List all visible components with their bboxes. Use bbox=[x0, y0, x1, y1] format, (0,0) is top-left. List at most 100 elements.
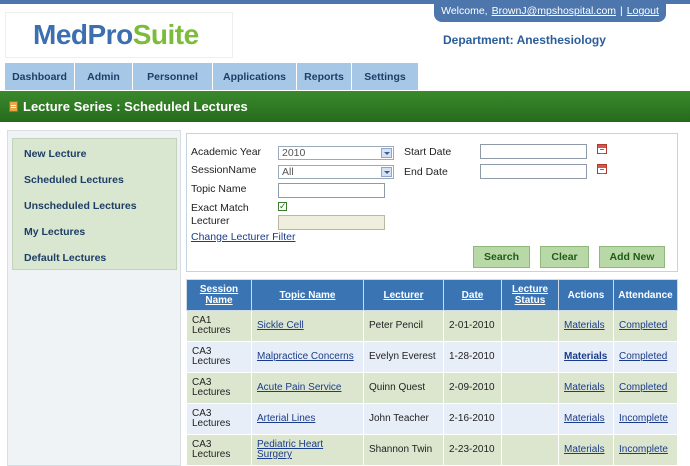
cell-session-name: CA3 Lectures bbox=[186, 341, 252, 373]
lectures-table: Session Name Topic Name Lecturer Date Le… bbox=[186, 279, 678, 466]
cell-lecturer: John Teacher bbox=[363, 403, 444, 435]
document-icon bbox=[9, 101, 18, 112]
session-name-label: SessionName bbox=[191, 164, 257, 176]
tab-applications[interactable]: Applications bbox=[213, 63, 297, 90]
cell-lecturer: Peter Pencil bbox=[363, 310, 444, 342]
academic-year-value: 2010 bbox=[282, 147, 306, 159]
attendance-link[interactable]: Completed bbox=[619, 382, 667, 393]
header-attendance: Attendance bbox=[613, 279, 678, 311]
logo-text: MedProSuite bbox=[33, 19, 199, 51]
cell-date: 2-16-2010 bbox=[443, 403, 502, 435]
lecturer-input[interactable] bbox=[278, 215, 385, 230]
materials-link[interactable]: Materials bbox=[564, 382, 605, 393]
welcome-text: Welcome, bbox=[441, 5, 488, 17]
search-button[interactable]: Search bbox=[473, 246, 530, 268]
lecturer-label: Lecturer bbox=[191, 215, 230, 227]
calendar-icon[interactable] bbox=[597, 144, 607, 154]
cell-date: 2-23-2010 bbox=[443, 434, 502, 466]
table-row: CA3 Lectures Malpractice Concerns Evelyn… bbox=[186, 341, 678, 373]
logout-link[interactable]: Logout bbox=[627, 5, 659, 17]
tab-settings[interactable]: Settings bbox=[352, 63, 419, 90]
materials-link[interactable]: Materials bbox=[564, 320, 605, 331]
end-date-label: End Date bbox=[404, 166, 448, 178]
exact-match-checkbox[interactable]: ✓ bbox=[278, 202, 287, 211]
cell-lecture-status bbox=[501, 434, 559, 466]
header-date[interactable]: Date bbox=[443, 279, 502, 311]
cell-lecture-status bbox=[501, 403, 559, 435]
topic-name-label: Topic Name bbox=[191, 183, 247, 195]
cell-lecture-status bbox=[501, 372, 559, 404]
end-date-input[interactable] bbox=[480, 164, 587, 179]
session-name-value: All bbox=[282, 166, 294, 178]
clear-button[interactable]: Clear bbox=[540, 246, 589, 268]
main-nav: Dashboard Admin Personnel Applications R… bbox=[5, 63, 419, 90]
cell-lecture-status bbox=[501, 310, 559, 342]
cell-date: 1-28-2010 bbox=[443, 341, 502, 373]
materials-link[interactable]: Materials bbox=[564, 444, 605, 455]
topic-link[interactable]: Malpractice Concerns bbox=[257, 351, 354, 362]
tab-dashboard[interactable]: Dashboard bbox=[5, 63, 75, 90]
materials-link[interactable]: Materials bbox=[564, 351, 607, 362]
filter-panel: Academic Year 2010 SessionName All Topic… bbox=[186, 133, 678, 272]
tab-reports[interactable]: Reports bbox=[297, 63, 352, 90]
exact-match-label: Exact Match bbox=[191, 202, 249, 214]
sidebar-item-scheduled-lectures[interactable]: Scheduled Lectures bbox=[24, 174, 124, 186]
table-row: CA1 Lectures Sickle Cell Peter Pencil 2-… bbox=[186, 310, 678, 342]
logo-part-suite: Suite bbox=[132, 19, 199, 50]
start-date-input[interactable] bbox=[480, 144, 587, 159]
topic-link[interactable]: Acute Pain Service bbox=[257, 382, 342, 393]
academic-year-label: Academic Year bbox=[191, 146, 262, 158]
attendance-link[interactable]: Incomplete bbox=[619, 444, 668, 455]
materials-link[interactable]: Materials bbox=[564, 413, 605, 424]
header-lecturer[interactable]: Lecturer bbox=[363, 279, 444, 311]
chevron-down-icon bbox=[381, 167, 392, 177]
header-actions: Actions bbox=[558, 279, 614, 311]
topic-link[interactable]: Sickle Cell bbox=[257, 320, 304, 331]
user-email-link[interactable]: BrownJ@mpshospital.com bbox=[492, 5, 616, 17]
page-title-bar: Lecture Series : Scheduled Lectures bbox=[0, 91, 690, 122]
topic-name-input[interactable] bbox=[278, 183, 385, 198]
attendance-link[interactable]: Completed bbox=[619, 320, 667, 331]
logo-part-medpro: MedPro bbox=[33, 19, 133, 50]
cell-date: 2-01-2010 bbox=[443, 310, 502, 342]
table-row: CA3 Lectures Acute Pain Service Quinn Qu… bbox=[186, 372, 678, 404]
cell-lecturer: Evelyn Everest bbox=[363, 341, 444, 373]
cell-session-name: CA3 Lectures bbox=[186, 372, 252, 404]
sidebar-menu: New Lecture Scheduled Lectures Unschedul… bbox=[12, 138, 177, 270]
header-session-name[interactable]: Session Name bbox=[186, 279, 252, 311]
change-lecturer-filter-link[interactable]: Change Lecturer Filter bbox=[191, 231, 295, 243]
tab-admin[interactable]: Admin bbox=[75, 63, 133, 90]
cell-session-name: CA1 Lectures bbox=[186, 310, 252, 342]
header-topic-name[interactable]: Topic Name bbox=[251, 279, 364, 311]
attendance-link[interactable]: Incomplete bbox=[619, 413, 668, 424]
chevron-down-icon bbox=[381, 148, 392, 158]
lectures-table-container: Session Name Topic Name Lecturer Date Le… bbox=[186, 279, 678, 466]
cell-lecturer: Quinn Quest bbox=[363, 372, 444, 404]
academic-year-select[interactable]: 2010 bbox=[278, 146, 394, 160]
add-new-button[interactable]: Add New bbox=[599, 246, 665, 268]
topic-link[interactable]: Arterial Lines bbox=[257, 413, 315, 424]
welcome-separator: | bbox=[620, 5, 623, 17]
topic-link[interactable]: Pediatric Heart Surgery bbox=[257, 439, 323, 460]
tab-personnel[interactable]: Personnel bbox=[133, 63, 213, 90]
app-header: MedProSuite Welcome, BrownJ@mpshospital.… bbox=[0, 0, 690, 63]
table-row: CA3 Lectures Arterial Lines John Teacher… bbox=[186, 403, 678, 435]
header-lecture-status[interactable]: Lecture Status bbox=[501, 279, 559, 311]
sidebar-item-new-lecture[interactable]: New Lecture bbox=[24, 148, 86, 160]
cell-lecturer: Shannon Twin bbox=[363, 434, 444, 466]
calendar-icon[interactable] bbox=[597, 164, 607, 174]
table-row: CA3 Lectures Pediatric Heart Surgery Sha… bbox=[186, 434, 678, 466]
sidebar-item-my-lectures[interactable]: My Lectures bbox=[24, 226, 85, 238]
department-label: Department: Anesthesiology bbox=[443, 33, 606, 47]
page-title: Lecture Series : Scheduled Lectures bbox=[23, 99, 248, 114]
sidebar-item-unscheduled-lectures[interactable]: Unscheduled Lectures bbox=[24, 200, 137, 212]
cell-date: 2-09-2010 bbox=[443, 372, 502, 404]
start-date-label: Start Date bbox=[404, 146, 452, 158]
session-name-select[interactable]: All bbox=[278, 165, 394, 179]
cell-session-name: CA3 Lectures bbox=[186, 403, 252, 435]
logo[interactable]: MedProSuite bbox=[5, 12, 233, 58]
table-header-row: Session Name Topic Name Lecturer Date Le… bbox=[186, 279, 678, 311]
sidebar-item-default-lectures[interactable]: Default Lectures bbox=[24, 252, 106, 264]
attendance-link[interactable]: Completed bbox=[619, 351, 667, 362]
welcome-bar: Welcome, BrownJ@mpshospital.com | Logout bbox=[434, 0, 666, 22]
